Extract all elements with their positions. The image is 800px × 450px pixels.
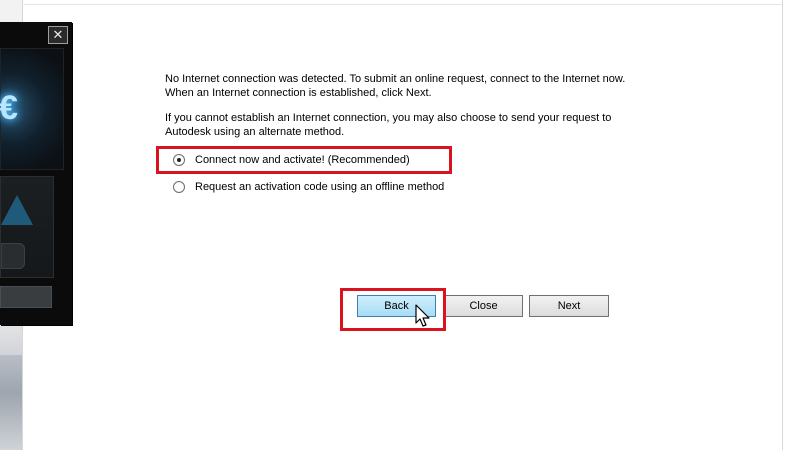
radio-button-unselected[interactable]	[173, 181, 185, 193]
splash-product-panel	[0, 176, 54, 278]
product-shape-icon	[1, 195, 33, 225]
dialog-right-edge	[782, 0, 800, 450]
alternate-method-message: If you cannot establish an Internet conn…	[165, 111, 611, 139]
splash-logo: €	[0, 48, 64, 170]
product-logo-icon: €	[0, 89, 18, 127]
next-button[interactable]: Next	[529, 295, 609, 317]
message-line: If you cannot establish an Internet conn…	[165, 112, 612, 124]
close-button[interactable]: Close	[444, 295, 523, 317]
activation-dialog	[22, 0, 783, 450]
no-internet-message: No Internet connection was detected. To …	[165, 72, 625, 100]
option-label[interactable]: Request an activation code using an offl…	[195, 181, 444, 193]
message-line: Autodesk using an alternate method.	[165, 126, 345, 138]
message-line: When an Internet connection is establish…	[165, 87, 432, 99]
splash-window: ✕ €	[0, 22, 72, 325]
arrow-cursor-icon	[415, 304, 430, 327]
close-icon: ✕	[52, 27, 64, 42]
message-line: No Internet connection was detected. To …	[165, 73, 626, 85]
background-taskbar-tile	[0, 355, 22, 450]
highlight-box-connect-option	[156, 146, 452, 174]
dialog-top-divider	[22, 4, 782, 5]
splash-footer-bar	[0, 286, 52, 308]
splash-button-shape[interactable]	[1, 243, 25, 269]
option-offline-request[interactable]: Request an activation code using an offl…	[173, 181, 444, 193]
splash-close-button[interactable]: ✕	[48, 26, 68, 44]
